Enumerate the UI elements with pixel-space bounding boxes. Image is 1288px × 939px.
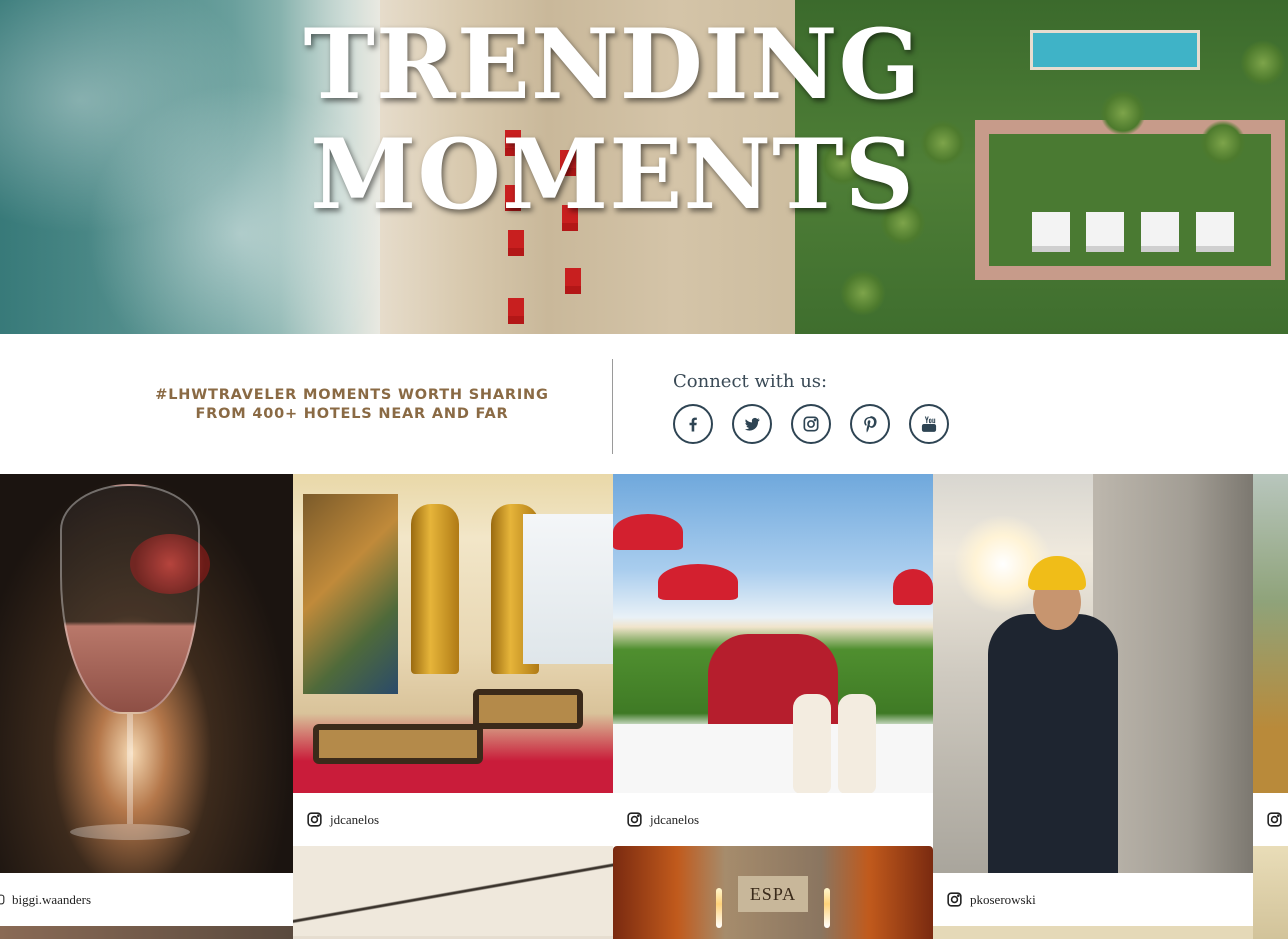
- post-photo: [293, 474, 613, 793]
- instagram-link[interactable]: [791, 404, 831, 444]
- wine-glass-stem: [127, 714, 133, 824]
- instagram-post[interactable]: biggi.waanders: [0, 474, 293, 926]
- table: [613, 724, 933, 794]
- instagram-post[interactable]: ESPA: [613, 846, 933, 939]
- instagram-icon: [947, 892, 962, 907]
- post-photo: [1253, 846, 1288, 939]
- beach-chair: [565, 268, 581, 278]
- twitter-link[interactable]: [732, 404, 772, 444]
- bottle: [838, 694, 876, 794]
- instagram-post[interactable]: jdcanelos: [293, 474, 613, 846]
- instagram-post[interactable]: pkoserowski: [933, 474, 1253, 926]
- umbrella-canopy: [293, 846, 613, 936]
- post-caption: pkoserowski: [933, 873, 1253, 926]
- window: [523, 514, 613, 664]
- post-photo: [1253, 474, 1288, 793]
- spa-sign: ESPA: [738, 876, 808, 912]
- candle: [716, 888, 722, 928]
- youtube-icon: [921, 416, 937, 432]
- person: [988, 614, 1118, 874]
- hashtag-tagline: #LHWTRAVELER MOMENTS WORTH SHARING FROM …: [140, 386, 564, 424]
- connect-label: Connect with us:: [673, 371, 828, 392]
- instagram-post[interactable]: [293, 846, 613, 939]
- post-photo: [933, 474, 1253, 874]
- tagline-line: #LHWTRAVELER MOMENTS WORTH SHARING: [155, 387, 549, 403]
- candle: [824, 888, 830, 928]
- bench: [313, 724, 483, 764]
- social-links: [673, 404, 949, 444]
- facebook-icon: [689, 417, 697, 432]
- post-photo: [293, 846, 613, 939]
- post-username[interactable]: jdcanelos: [650, 812, 699, 828]
- bottle: [793, 694, 831, 794]
- post-photo: [613, 474, 933, 794]
- tagline-line: FROM 400+ HOTELS NEAR AND FAR: [195, 406, 509, 422]
- wine-glass: [60, 484, 200, 714]
- instagram-icon: [627, 812, 642, 827]
- bench: [473, 689, 583, 729]
- post-caption: [1253, 793, 1288, 846]
- post-caption: jdcanelos: [613, 793, 933, 846]
- hero-banner: TRENDING MOMENTS: [0, 0, 1288, 334]
- instagram-post[interactable]: [1253, 474, 1288, 846]
- instagram-post[interactable]: [1253, 846, 1288, 939]
- post-username[interactable]: jdcanelos: [330, 812, 379, 828]
- mural: [303, 494, 398, 694]
- facebook-link[interactable]: [673, 404, 713, 444]
- red-umbrella: [893, 569, 933, 605]
- post-photo: ESPA: [613, 846, 933, 939]
- beach-chair: [508, 230, 524, 240]
- twitter-icon: [744, 417, 760, 431]
- post-photo: [0, 474, 293, 873]
- red-umbrella: [613, 514, 683, 550]
- pinterest-link[interactable]: [850, 404, 890, 444]
- instagram-icon: [803, 416, 819, 432]
- instagram-icon: [0, 894, 5, 905]
- wine-glass-base: [70, 824, 190, 840]
- gold-column: [411, 504, 459, 674]
- youtube-link[interactable]: [909, 404, 949, 444]
- palm-tree: [840, 270, 886, 316]
- post-caption: biggi.waanders: [0, 873, 293, 926]
- instagram-icon: [1267, 812, 1282, 827]
- red-umbrella: [658, 564, 738, 600]
- instagram-icon: [307, 812, 322, 827]
- post-username[interactable]: pkoserowski: [970, 892, 1036, 908]
- post-username[interactable]: biggi.waanders: [12, 892, 91, 908]
- instagram-post[interactable]: [933, 926, 1253, 939]
- instagram-post[interactable]: [0, 926, 293, 939]
- page-title: TRENDING MOMENTS: [303, 8, 922, 231]
- pinterest-icon: [864, 416, 877, 433]
- palm-tree: [1240, 40, 1286, 86]
- instagram-post[interactable]: jdcanelos: [613, 474, 933, 846]
- beach-chair: [508, 298, 524, 308]
- social-strip: #LHWTRAVELER MOMENTS WORTH SHARING FROM …: [0, 334, 1288, 474]
- post-caption: jdcanelos: [293, 793, 613, 846]
- vertical-divider: [612, 359, 613, 454]
